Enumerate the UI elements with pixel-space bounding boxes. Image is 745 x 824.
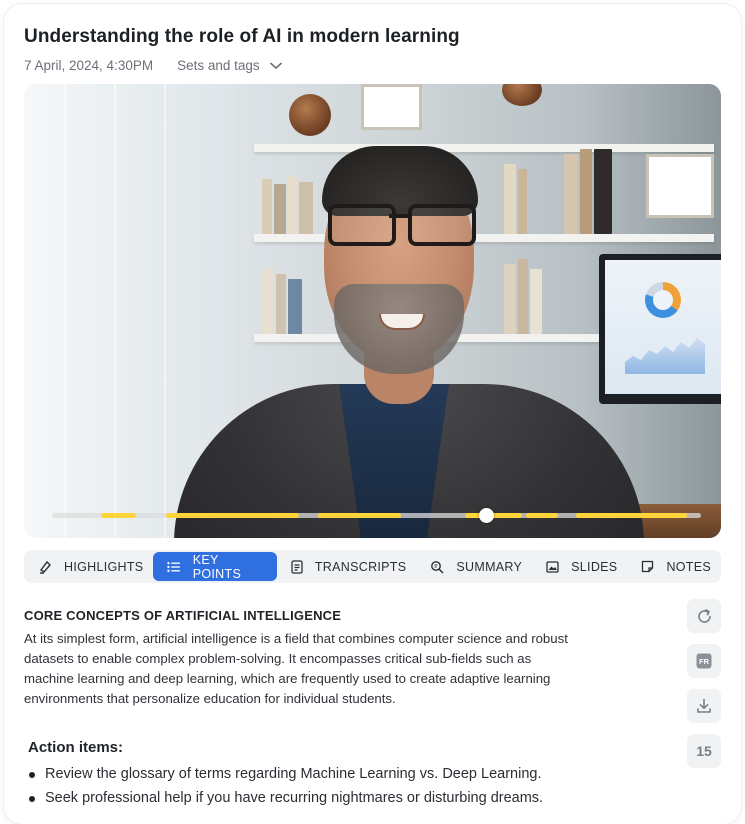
action-items-title: Action items: [28, 739, 124, 756]
action-items-list: Review the glossary of terms regarding M… [24, 762, 624, 810]
section-title: CORE CONCEPTS OF ARTIFICIAL INTELLIGENCE [24, 608, 342, 623]
count-badge: 15 [687, 734, 721, 768]
sets-and-tags-dropdown[interactable]: Sets and tags [177, 58, 282, 73]
tab-slides[interactable]: SLIDES [532, 552, 627, 581]
magnifier-icon [431, 560, 444, 574]
tab-label: TRANSCRIPTS [314, 559, 407, 574]
video-progress-bar[interactable] [52, 508, 701, 523]
image-icon [546, 560, 559, 573]
highlight-segment[interactable] [318, 513, 402, 518]
tab-label: SUMMARY [456, 559, 523, 574]
meta-row: 7 April, 2024, 4:30PM Sets and tags [24, 58, 282, 73]
refresh-icon [697, 608, 711, 623]
section-paragraph: At its simplest form, artificial intelli… [24, 629, 624, 709]
video-player[interactable] [24, 84, 721, 538]
paragraph-line: datasets to enable complex problem-solvi… [24, 651, 532, 666]
document-icon [291, 559, 303, 574]
tab-notes[interactable]: NOTES [627, 552, 721, 581]
tab-bar: HIGHLIGHTS KEY POINTS TRANSCRIPTS SUMMAR… [24, 550, 721, 583]
highlight-segment[interactable] [100, 513, 137, 518]
note-icon [642, 560, 654, 573]
paragraph-line: environments that personalize education … [24, 691, 396, 706]
page-title: Understanding the role of AI in modern l… [24, 26, 460, 47]
tab-label: SLIDES [571, 559, 618, 574]
chevron-down-icon [269, 62, 282, 69]
lesson-card: Understanding the role of AI in modern l… [4, 4, 741, 824]
tab-label: HIGHLIGHTS [64, 559, 144, 574]
tab-transcripts[interactable]: TRANSCRIPTS [277, 552, 417, 581]
tab-summary[interactable]: SUMMARY [416, 552, 532, 581]
sets-and-tags-label: Sets and tags [177, 58, 260, 73]
paragraph-line: At its simplest form, artificial intelli… [24, 631, 568, 646]
download-button[interactable] [687, 689, 721, 723]
tab-label: KEY POINTS [192, 552, 242, 581]
highlight-segment[interactable] [165, 513, 299, 518]
paragraph-line: machine learning and deep learning, whic… [24, 671, 551, 686]
list-item: Seek professional help if you have recur… [24, 786, 624, 810]
language-button[interactable]: FR [687, 644, 721, 678]
tab-key-points[interactable]: KEY POINTS [153, 552, 277, 581]
tab-label: NOTES [666, 559, 711, 574]
list-item: Review the glossary of terms regarding M… [24, 762, 624, 786]
download-icon [697, 698, 711, 713]
date-label: 7 April, 2024, 4:30PM [24, 58, 154, 73]
highlighter-icon [39, 560, 51, 574]
tab-highlights[interactable]: HIGHLIGHTS [24, 552, 153, 581]
highlight-segment[interactable] [576, 513, 687, 518]
highlight-segment[interactable] [526, 513, 558, 518]
key-points-content: CORE CONCEPTS OF ARTIFICIAL INTELLIGENCE… [24, 608, 624, 810]
regenerate-button[interactable] [687, 599, 721, 633]
language-label: FR [699, 656, 709, 666]
list-icon [167, 561, 181, 572]
background-monitor [599, 254, 721, 404]
side-actions: FR 15 [687, 599, 721, 779]
